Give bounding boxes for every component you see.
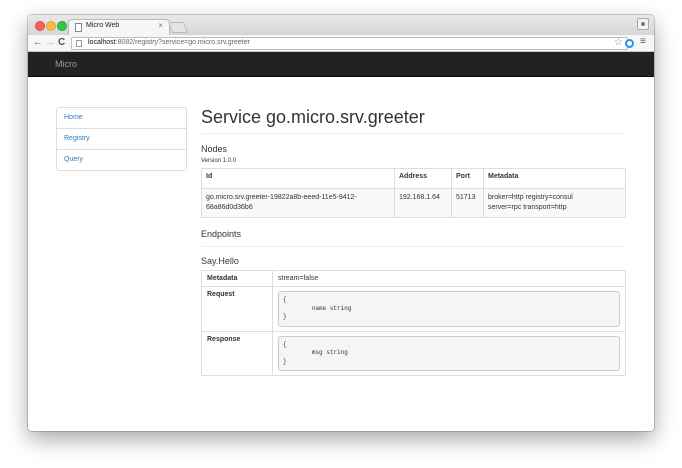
column-header-metadata: Metadata	[483, 168, 626, 189]
metadata-label: Metadata	[201, 270, 273, 287]
sidebar-item-home[interactable]: Home	[57, 108, 186, 129]
url-text[interactable]: localhost:8082/registry?service=go.micro…	[88, 39, 250, 46]
reload-button[interactable]: C	[58, 36, 65, 50]
new-tab-button[interactable]	[167, 22, 189, 33]
request-code-block: { name string }	[278, 291, 620, 327]
close-window-button[interactable]	[35, 21, 45, 31]
node-id-line: 68a86d0d36b6	[206, 204, 253, 211]
version-label: Version 1.0.0	[201, 158, 237, 164]
table-row: Response { msg string }	[201, 330, 626, 376]
browser-window: Micro Web × ← → C localhost:8082/registr…	[28, 15, 654, 431]
menu-icon[interactable]: ≡	[640, 36, 646, 47]
response-cell: { msg string }	[272, 330, 626, 376]
table-row: Metadata stream=false	[201, 270, 626, 287]
forward-button[interactable]: →	[45, 36, 55, 50]
table-row: Request { name string }	[201, 286, 626, 332]
endpoint-name: Say.Hello	[201, 256, 239, 266]
response-label: Response	[201, 330, 273, 376]
page-icon	[76, 40, 82, 47]
browser-tab[interactable]: Micro Web ×	[68, 19, 170, 35]
divider	[201, 246, 626, 247]
request-label: Request	[201, 286, 273, 332]
column-header-port: Port	[451, 168, 484, 189]
zoom-window-button[interactable]	[57, 21, 67, 31]
divider	[201, 133, 626, 134]
page-content: Micro Home Registry Query Service go.mic…	[28, 52, 654, 431]
main-content: Service go.micro.srv.greeter Nodes Versi…	[201, 106, 626, 376]
extension-icon[interactable]	[625, 39, 634, 48]
address-bar[interactable]: localhost:8082/registry?service=go.micro…	[71, 37, 628, 50]
node-metadata-line: server=rpc transport=http	[488, 204, 567, 211]
node-id-cell: go.micro.srv.greeter-19822a8b-eeed-11e5-…	[201, 188, 395, 218]
sidebar-item-registry[interactable]: Registry	[57, 129, 186, 150]
tab-strip: Micro Web ×	[28, 15, 654, 35]
column-header-address: Address	[394, 168, 452, 189]
node-metadata-cell: broker=http registry=consul server=rpc t…	[483, 188, 626, 218]
nodes-heading: Nodes	[201, 144, 228, 154]
browser-toolbar: ← → C localhost:8082/registry?service=go…	[28, 35, 654, 52]
back-button[interactable]: ←	[33, 36, 43, 50]
node-metadata-line: broker=http registry=consul	[488, 194, 573, 201]
url-path: :8082/registry?service=go.micro.srv.gree…	[115, 39, 250, 46]
top-navbar: Micro	[28, 52, 654, 77]
table-row: go.micro.srv.greeter-19822a8b-eeed-11e5-…	[201, 188, 626, 218]
sidebar-nav: Home Registry Query	[56, 107, 187, 171]
tab-title: Micro Web	[86, 22, 120, 29]
minimize-window-button[interactable]	[46, 21, 56, 31]
sidebar-item-query[interactable]: Query	[57, 150, 186, 170]
bookmark-star-icon[interactable]: ☆	[614, 37, 623, 48]
table-header-row: Id Address Port Metadata	[201, 168, 626, 189]
node-address-cell: 192.168.1.64	[394, 188, 452, 218]
endpoint-table: Metadata stream=false Request { name str…	[201, 270, 626, 376]
page-icon	[75, 23, 82, 32]
request-cell: { name string }	[272, 286, 626, 332]
response-code-block: { msg string }	[278, 335, 620, 371]
metadata-value: stream=false	[272, 270, 626, 287]
node-id-line: go.micro.srv.greeter-19822a8b-eeed-11e5-…	[206, 194, 357, 201]
node-port-cell: 51713	[451, 188, 484, 218]
page-title: Service go.micro.srv.greeter	[201, 107, 425, 127]
tab-close-icon[interactable]: ×	[158, 21, 163, 30]
column-header-id: Id	[201, 168, 395, 189]
nodes-table: Id Address Port Metadata go.micro.srv.gr…	[201, 168, 626, 218]
endpoints-heading: Endpoints	[201, 229, 242, 239]
brand-link[interactable]: Micro	[55, 59, 77, 69]
url-host: localhost	[88, 39, 116, 46]
profile-icon[interactable]	[637, 18, 649, 30]
